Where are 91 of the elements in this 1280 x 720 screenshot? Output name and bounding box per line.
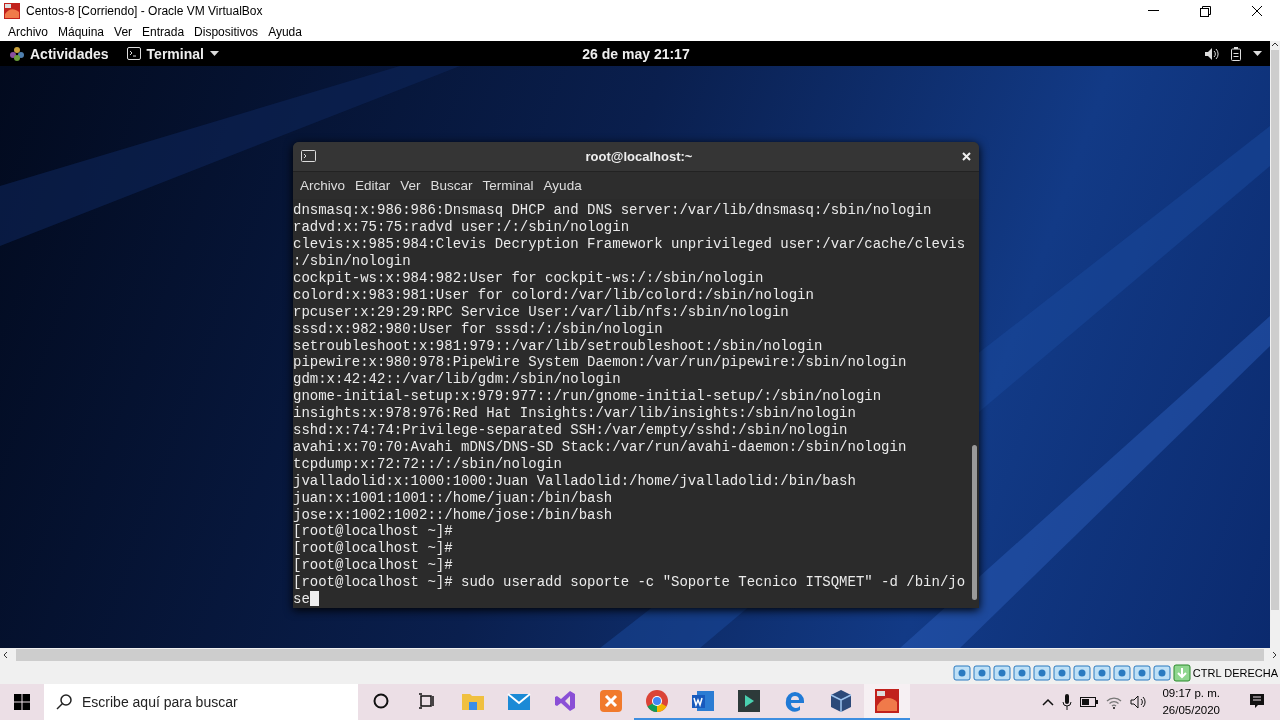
scroll-up-icon[interactable] [1271,41,1279,47]
xampp-icon [599,689,623,713]
windows-icon[interactable] [14,694,30,710]
cube-icon [829,689,853,713]
search-field[interactable]: Escribe aquí para buscar [44,684,358,720]
menu-item[interactable]: Editar [350,177,396,193]
terminal-line: insights:x:978:976:Red Hat Insights:/var/lib/insights:/sbin/nologin [293,405,857,423]
menu-item[interactable]: Buscar [425,177,478,193]
taskbar-clock[interactable]: 09:17 p. m. 26/05/2020 [1156,685,1226,719]
terminal-icon [301,150,316,163]
play-icon [737,689,761,713]
menu-item[interactable]: Terminal [477,177,539,193]
terminal-line: sssd:x:982:980:User for sssd:/:/sbin/nologin [293,320,664,338]
scrollbar-thumb[interactable] [16,649,1264,661]
menu-item[interactable]: Ayuda [263,24,307,39]
scrollbar-thumb[interactable] [1271,50,1279,610]
infinity-icon [553,689,577,713]
terminal-line: gdm:x:42:42::/var/lib/gdm:/sbin/nologin [293,371,622,389]
battery-icon[interactable] [1231,46,1241,61]
display-icon[interactable] [1072,664,1091,682]
video-icon[interactable] [1112,664,1131,682]
mouse-icon[interactable] [1132,664,1151,682]
terminal-line: :/sbin/nologin [293,252,412,270]
minimize-icon[interactable] [1147,10,1159,12]
taskbar-app[interactable] [864,684,910,720]
vm-icon [874,688,900,714]
terminal-line: jose:x:1002:1002::/home/jose:/bin/bash [293,506,614,524]
terminal-line: gnome-initial-setup:x:979:977::/run/gnome-initial-setup/:/sbin/nologin [293,388,883,406]
caret-icon[interactable] [1253,51,1262,56]
menu-item[interactable]: Archivo [295,177,350,193]
document-icon [691,689,715,713]
wifi-icon[interactable] [1106,695,1123,709]
menu-item[interactable]: Máquina [53,24,110,39]
browser-icon [645,689,669,713]
terminal-icon[interactable] [126,47,141,60]
terminal-title: root@localhost:~ [584,148,694,164]
terminal-line: [root@localhost ~]# sudo useradd soporte -c "Soporte Tecnico ITSQMET" -d /bin/jo [293,574,967,592]
caret-icon[interactable] [209,51,219,56]
keyboard-icon[interactable] [1152,664,1171,682]
usb-icon[interactable] [1032,664,1051,682]
menu-item[interactable]: Entrada [137,24,190,39]
menu-item[interactable]: Ver [109,24,138,39]
circle-icon[interactable] [373,693,389,709]
terminal-line: [root@localhost ~]# [293,523,454,541]
volume-icon[interactable] [1205,47,1219,60]
mail-icon [507,691,531,711]
terminal-line: rpcuser:x:29:29:RPC Service User:/var/lib/nfs:/sbin/nologin [293,303,790,321]
window-title: Centos-8 [Corriendo] - Oracle VM VirtualBox [26,4,264,18]
menu-item[interactable]: Ayuda [538,177,587,193]
task-view-icon[interactable] [418,693,436,709]
menu-item[interactable]: Dispositivos [189,24,264,39]
terminal-line: pipewire:x:980:978:PipeWire System Daemon:/var/run/pipewire:/sbin/nologin [293,354,908,372]
restore-icon[interactable] [1199,5,1211,17]
terminal-line: cockpit-ws:x:984:982:User for cockpit-ws:/:/sbin/nologin [293,269,765,287]
terminal-line: setroubleshoot:x:981:979::/var/lib/setroubleshoot:/sbin/nologin [293,337,824,355]
arrow-down-icon[interactable] [1172,664,1191,682]
menu-item[interactable]: Ver [395,177,426,193]
capture-icon[interactable] [1092,664,1111,682]
app-icon [4,3,20,19]
notification-icon[interactable] [1249,693,1265,709]
text-cursor [309,591,319,607]
host-key-label: CTRL DERECHA [1192,667,1278,679]
microphone-icon[interactable] [1062,694,1073,710]
terminal-line: [root@localhost ~]# [293,557,454,575]
volume-icon[interactable] [1130,695,1149,709]
terminal-line: juan:x:1001:1001::/home/juan:/bin/bash [293,489,614,507]
terminal-line: dnsmasq:x:986:986:Dnsmasq DHCP and DNS server:/var/lib/dnsmasq:/sbin/nologin [293,202,933,220]
clock[interactable]: 26 de may 21:17 [427,45,845,62]
search-icon [56,694,72,710]
terminal-line: clevis:x:985:984:Clevis Decryption Framework unprivileged user:/var/cache/clevis [293,236,967,253]
edge-icon [783,689,807,713]
app-menu[interactable]: Terminal [146,45,204,62]
terminal-line: colord:x:983:981:User for colord:/var/lib/colord:/sbin/nologin [293,286,815,304]
scrollbar-thumb[interactable] [972,445,977,600]
terminal-line: sshd:x:74:74:Privilege-separated SSH:/var/empty/sshd:/sbin/nologin [293,422,849,439]
chevron-up-icon[interactable] [1042,698,1055,706]
terminal-line: jvalladolid:x:1000:1000:Juan Valladolid:/home/jvalladolid:/bin/bash [293,472,857,490]
terminal-line: [root@localhost ~]# [293,540,454,558]
battery-icon[interactable] [1080,697,1099,707]
audio-icon[interactable] [992,664,1011,682]
close-icon[interactable] [1251,5,1263,17]
folder-icon[interactable] [1052,664,1071,682]
menu-item[interactable]: Archivo [3,24,53,39]
terminal-line: radvd:x:75:75:radvd user:/:/sbin/nologin [293,219,631,237]
terminal-line: se [293,591,970,608]
network-icon[interactable] [1012,664,1031,682]
terminal-line: avahi:x:70:70:Avahi mDNS/DNS-SD Stack:/var/run/avahi-daemon:/sbin/nologin [293,438,908,456]
terminal-line: tcpdump:x:72:72::/:/sbin/nologin [293,455,563,473]
folder-icon [461,691,485,711]
flower-icon [10,46,24,61]
activities-button[interactable]: Actividades [30,45,109,62]
